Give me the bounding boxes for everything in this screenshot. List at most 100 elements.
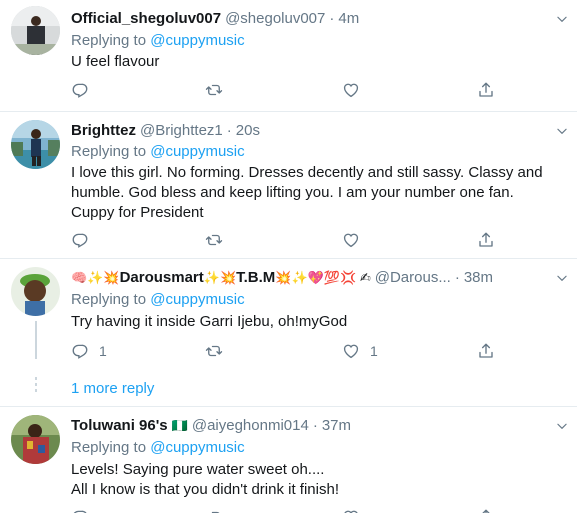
tweet-text: I love this girl. No forming. Dresses de…	[71, 164, 543, 221]
display-name[interactable]: Toluwani 96's	[71, 415, 168, 437]
avatar-image	[11, 415, 60, 464]
heart-icon	[342, 508, 360, 513]
chevron-down-icon[interactable]	[555, 124, 569, 138]
tweet-card[interactable]: 🧠✨💥 Darousmart ✨💥 T.B.M 💥✨💖💯💢 ✍ @Darous.…	[0, 259, 577, 404]
reply-button[interactable]	[71, 230, 89, 250]
share-icon	[477, 81, 495, 99]
mention-link[interactable]: @cuppymusic	[150, 32, 244, 49]
retweet-icon	[205, 81, 223, 99]
like-button[interactable]	[342, 507, 360, 513]
thread-dots	[35, 377, 37, 395]
share-button[interactable]	[477, 507, 495, 513]
replying-to-label: Replying to	[71, 439, 147, 456]
user-handle[interactable]: @aiyeghonmi014	[192, 415, 309, 437]
like-button[interactable]: 1	[342, 341, 378, 361]
retweet-button[interactable]	[205, 230, 223, 250]
like-button[interactable]	[342, 80, 360, 100]
chevron-down-icon[interactable]	[555, 12, 569, 26]
share-button[interactable]	[477, 230, 495, 250]
tweet-card[interactable]: Brighttez @Brighttez1 · 20s Replying to …	[0, 112, 577, 258]
reply-icon	[71, 508, 89, 513]
retweet-button[interactable]	[205, 507, 223, 513]
timestamp[interactable]: 20s	[236, 120, 260, 142]
tweet-header: Toluwani 96's 🇳🇬 @aiyeghonmi014 · 37m	[71, 415, 351, 437]
timestamp[interactable]: 37m	[322, 415, 351, 437]
tweet-header: Official_shegoluv007 @shegoluv007 · 4m	[71, 8, 359, 30]
display-name[interactable]: Darousmart	[120, 267, 204, 289]
separator-dot: ·	[454, 269, 460, 286]
display-name[interactable]: Brighttez	[71, 120, 136, 142]
avatar[interactable]	[11, 120, 60, 169]
like-count: 1	[370, 343, 378, 359]
replying-to: Replying to @cuppymusic	[71, 437, 245, 459]
user-handle[interactable]: @Brighttez1	[140, 120, 223, 142]
avatar-image	[11, 267, 60, 316]
retweet-icon	[205, 508, 223, 513]
tweet-actions	[71, 80, 511, 100]
heart-icon	[342, 342, 360, 360]
share-button[interactable]	[477, 341, 495, 361]
avatar-image	[11, 120, 60, 169]
user-handle[interactable]: @shegoluv007	[225, 8, 325, 30]
replying-to: Replying to @cuppymusic	[71, 30, 245, 52]
separator-dot: ·	[329, 10, 335, 27]
replying-to: Replying to @cuppymusic	[71, 141, 245, 163]
display-name[interactable]: Official_shegoluv007	[71, 8, 221, 30]
share-icon	[477, 231, 495, 249]
tweet-actions	[71, 507, 511, 513]
timestamp[interactable]: 4m	[338, 8, 359, 30]
replying-to-label: Replying to	[71, 143, 147, 160]
reply-icon	[71, 231, 89, 249]
tweet-text-line: All I know is that you didn't drink it f…	[71, 481, 339, 498]
reply-button[interactable]	[71, 507, 89, 513]
tweet-text-line: Levels! Saying pure water sweet oh....	[71, 461, 325, 478]
display-name-part[interactable]: T.B.M	[236, 267, 275, 289]
tweet-actions: 1 1	[71, 341, 511, 361]
retweet-icon	[205, 342, 223, 360]
mention-link[interactable]: @cuppymusic	[150, 291, 244, 308]
avatar-image	[11, 6, 60, 55]
tweet-text: Levels! Saying pure water sweet oh.... A…	[71, 460, 551, 500]
name-emoji: 💥✨💖💯💢 ✍	[275, 270, 371, 285]
replying-to-label: Replying to	[71, 291, 147, 308]
chevron-down-icon[interactable]	[555, 271, 569, 285]
like-button[interactable]	[342, 230, 360, 250]
show-more-replies-link[interactable]: 1 more reply	[71, 379, 154, 399]
name-emoji: ✨💥	[203, 270, 237, 285]
tweet-card[interactable]: Toluwani 96's 🇳🇬 @aiyeghonmi014 · 37m Re…	[0, 407, 577, 513]
user-handle[interactable]: @Darous...	[375, 267, 451, 289]
separator-dot: ·	[312, 417, 318, 434]
share-icon	[477, 508, 495, 513]
replying-to: Replying to @cuppymusic	[71, 289, 245, 311]
avatar[interactable]	[11, 267, 60, 316]
tweet-header: 🧠✨💥 Darousmart ✨💥 T.B.M 💥✨💖💯💢 ✍ @Darous.…	[71, 267, 493, 289]
tweet-text: Try having it inside Garri Ijebu, oh!myG…	[71, 313, 348, 330]
mention-link[interactable]: @cuppymusic	[150, 439, 244, 456]
reply-icon	[71, 342, 89, 360]
reply-icon	[71, 81, 89, 99]
thread-line	[35, 321, 37, 359]
mention-link[interactable]: @cuppymusic	[150, 143, 244, 160]
replying-to-label: Replying to	[71, 32, 147, 49]
share-icon	[477, 342, 495, 360]
heart-icon	[342, 231, 360, 249]
tweet-card[interactable]: Official_shegoluv007 @shegoluv007 · 4m R…	[0, 0, 577, 110]
avatar[interactable]	[11, 6, 60, 55]
name-emoji: 🧠✨💥	[71, 270, 120, 285]
avatar[interactable]	[11, 415, 60, 464]
flag-emoji: 🇳🇬	[171, 418, 188, 433]
reply-button[interactable]: 1	[71, 341, 107, 361]
retweet-button[interactable]	[205, 341, 223, 361]
chevron-down-icon[interactable]	[555, 419, 569, 433]
tweet-actions	[71, 230, 511, 250]
heart-icon	[342, 81, 360, 99]
retweet-icon	[205, 231, 223, 249]
share-button[interactable]	[477, 80, 495, 100]
reply-button[interactable]	[71, 80, 89, 100]
timestamp[interactable]: 38m	[464, 267, 493, 289]
reply-count: 1	[99, 343, 107, 359]
separator-dot: ·	[226, 122, 232, 139]
tweet-text: U feel flavour	[71, 53, 160, 70]
tweet-header: Brighttez @Brighttez1 · 20s	[71, 120, 260, 142]
retweet-button[interactable]	[205, 80, 223, 100]
